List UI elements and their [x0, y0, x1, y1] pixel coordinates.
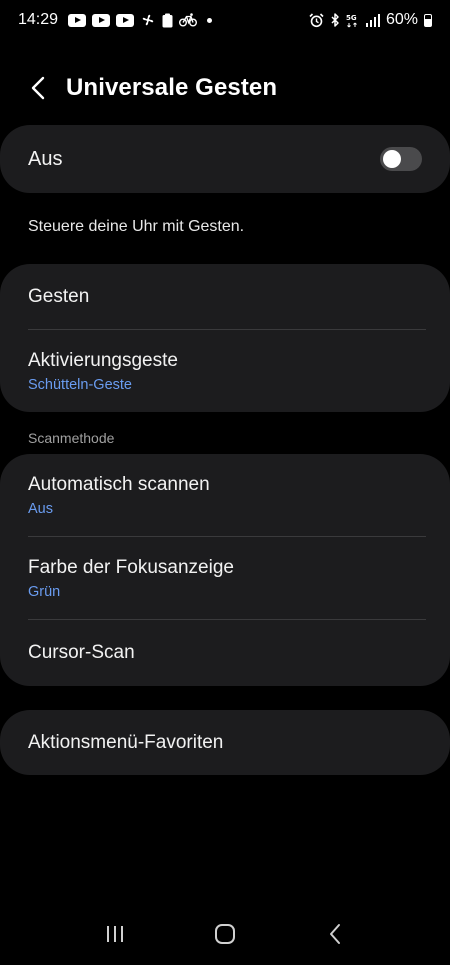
- status-bar-left: 14:29: [18, 11, 213, 29]
- back-button[interactable]: [18, 68, 58, 108]
- system-navigation-bar: [0, 903, 450, 965]
- back-icon: [330, 924, 340, 944]
- gestures-card: Gesten Aktivierungsgeste Schütteln-Geste: [0, 264, 450, 412]
- favorites-card: Aktionsmenü-Favoriten: [0, 710, 450, 775]
- list-item-title: Aktivierungsgeste: [28, 349, 178, 371]
- bluetooth-icon: [330, 12, 340, 28]
- youtube-icon: [68, 13, 87, 27]
- page-title: Universale Gesten: [66, 74, 278, 101]
- list-item-title: Automatisch scannen: [28, 473, 210, 495]
- back-nav-button[interactable]: [315, 914, 355, 954]
- description-text: Steuere deine Uhr mit Gesten.: [28, 218, 245, 235]
- list-item-title: Farbe der Fokusanzeige: [28, 556, 234, 578]
- status-time: 14:29: [18, 11, 59, 28]
- list-item-aktivierungsgeste[interactable]: Aktivierungsgeste Schütteln-Geste: [0, 330, 450, 412]
- battery-icon: [424, 13, 432, 27]
- signal-icon: [365, 13, 380, 27]
- list-item-cursor-scan[interactable]: Cursor-Scan: [0, 620, 450, 686]
- list-item-subtitle: Aus: [28, 500, 53, 517]
- home-button[interactable]: [205, 914, 245, 954]
- list-item-title: Cursor-Scan: [28, 642, 135, 663]
- section-header-scanmethode: Scanmethode: [28, 430, 115, 446]
- list-item-gesten[interactable]: Gesten: [0, 264, 450, 329]
- list-item-subtitle: Grün: [28, 583, 61, 600]
- recent-apps-button[interactable]: [95, 914, 135, 954]
- youtube-icon: [92, 13, 111, 27]
- list-item-title: Gesten: [28, 285, 90, 307]
- scan-method-card: Automatisch scannen Aus Farbe der Fokusa…: [0, 454, 450, 686]
- fan-icon: [140, 12, 156, 28]
- master-toggle-card: Aus: [0, 125, 450, 193]
- chevron-left-icon: [31, 76, 45, 100]
- list-item-automatisch-scannen[interactable]: Automatisch scannen Aus: [0, 454, 450, 536]
- svg-text:5G: 5G: [346, 14, 357, 22]
- status-bar: 14:29 5G 60%: [0, 0, 450, 40]
- youtube-icon: [116, 13, 135, 27]
- master-toggle-label: Aus: [28, 147, 63, 170]
- list-item-title: Aktionsmenü-Favoriten: [28, 731, 224, 753]
- list-item-subtitle: Schütteln-Geste: [28, 376, 132, 393]
- battery-percent: 60%: [385, 11, 418, 28]
- clipboard-icon: [162, 13, 173, 28]
- 5g-icon: 5G: [346, 13, 360, 28]
- master-toggle-switch[interactable]: [380, 147, 422, 171]
- status-bar-right: 5G 60%: [309, 11, 432, 29]
- toggle-knob: [383, 150, 401, 168]
- notification-dot-icon: [207, 17, 213, 23]
- list-item-farbe-der-fokusanzeige[interactable]: Farbe der Fokusanzeige Grün: [0, 537, 450, 619]
- home-icon: [215, 924, 235, 944]
- alarm-icon: [309, 12, 324, 28]
- master-toggle-row[interactable]: Aus: [0, 125, 450, 193]
- list-item-aktionsmenue-favoriten[interactable]: Aktionsmenü-Favoriten: [0, 710, 450, 775]
- app-bar: Universale Gesten: [0, 62, 450, 114]
- recent-apps-icon: [107, 926, 123, 942]
- bicycle-icon: [179, 13, 198, 27]
